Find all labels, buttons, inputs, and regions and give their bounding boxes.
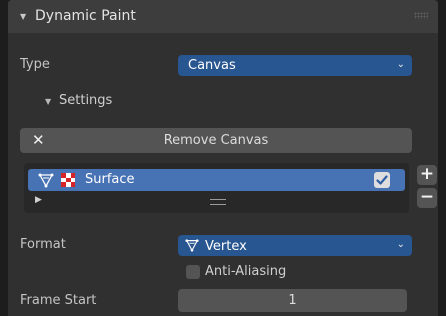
add-surface-button[interactable]: + bbox=[417, 165, 437, 185]
format-dropdown-value: Vertex bbox=[205, 239, 247, 254]
type-label: Type bbox=[20, 57, 50, 72]
chevron-down-icon: ⌄ bbox=[396, 59, 405, 70]
anti-aliasing-checkbox[interactable] bbox=[186, 265, 200, 279]
panel-title: Dynamic Paint bbox=[35, 8, 136, 24]
list-resize-handle-icon[interactable] bbox=[210, 199, 226, 205]
surface-enabled-checkbox[interactable] bbox=[374, 172, 390, 188]
list-item[interactable]: Surface bbox=[28, 169, 405, 191]
mesh-vertex-icon bbox=[185, 239, 199, 252]
remove-canvas-label: Remove Canvas bbox=[163, 133, 269, 148]
settings-collapse-icon[interactable]: ▼ bbox=[45, 97, 51, 106]
remove-surface-button[interactable]: − bbox=[417, 188, 437, 208]
format-label: Format bbox=[20, 237, 66, 252]
panel-header[interactable]: ▼ Dynamic Paint bbox=[8, 0, 438, 33]
type-dropdown-value: Canvas bbox=[188, 58, 236, 73]
chevron-down-icon: ⌄ bbox=[396, 239, 405, 250]
type-dropdown[interactable]: Canvas ⌄ bbox=[178, 55, 412, 76]
surface-list: Surface ▶ bbox=[24, 163, 409, 213]
surface-label[interactable]: Surface bbox=[85, 172, 135, 187]
drag-grip-icon[interactable] bbox=[414, 12, 428, 19]
material-checker-icon bbox=[61, 173, 75, 187]
dynamic-paint-panel: ▼ Dynamic Paint Type Canvas ⌄ ▼ Settings… bbox=[8, 0, 438, 316]
anti-aliasing-label[interactable]: Anti-Aliasing bbox=[205, 264, 286, 279]
mesh-vertex-icon bbox=[38, 173, 54, 188]
checkmark-icon bbox=[376, 175, 388, 185]
remove-canvas-button[interactable]: ✕ Remove Canvas bbox=[20, 128, 412, 153]
format-dropdown[interactable]: Vertex ⌄ bbox=[178, 235, 412, 256]
list-expand-icon[interactable]: ▶ bbox=[35, 195, 42, 205]
frame-start-field[interactable]: 1 bbox=[178, 289, 407, 312]
frame-start-label: Frame Start bbox=[20, 293, 97, 308]
settings-subpanel-title[interactable]: Settings bbox=[59, 93, 112, 108]
collapse-triangle-icon[interactable]: ▼ bbox=[20, 12, 26, 21]
